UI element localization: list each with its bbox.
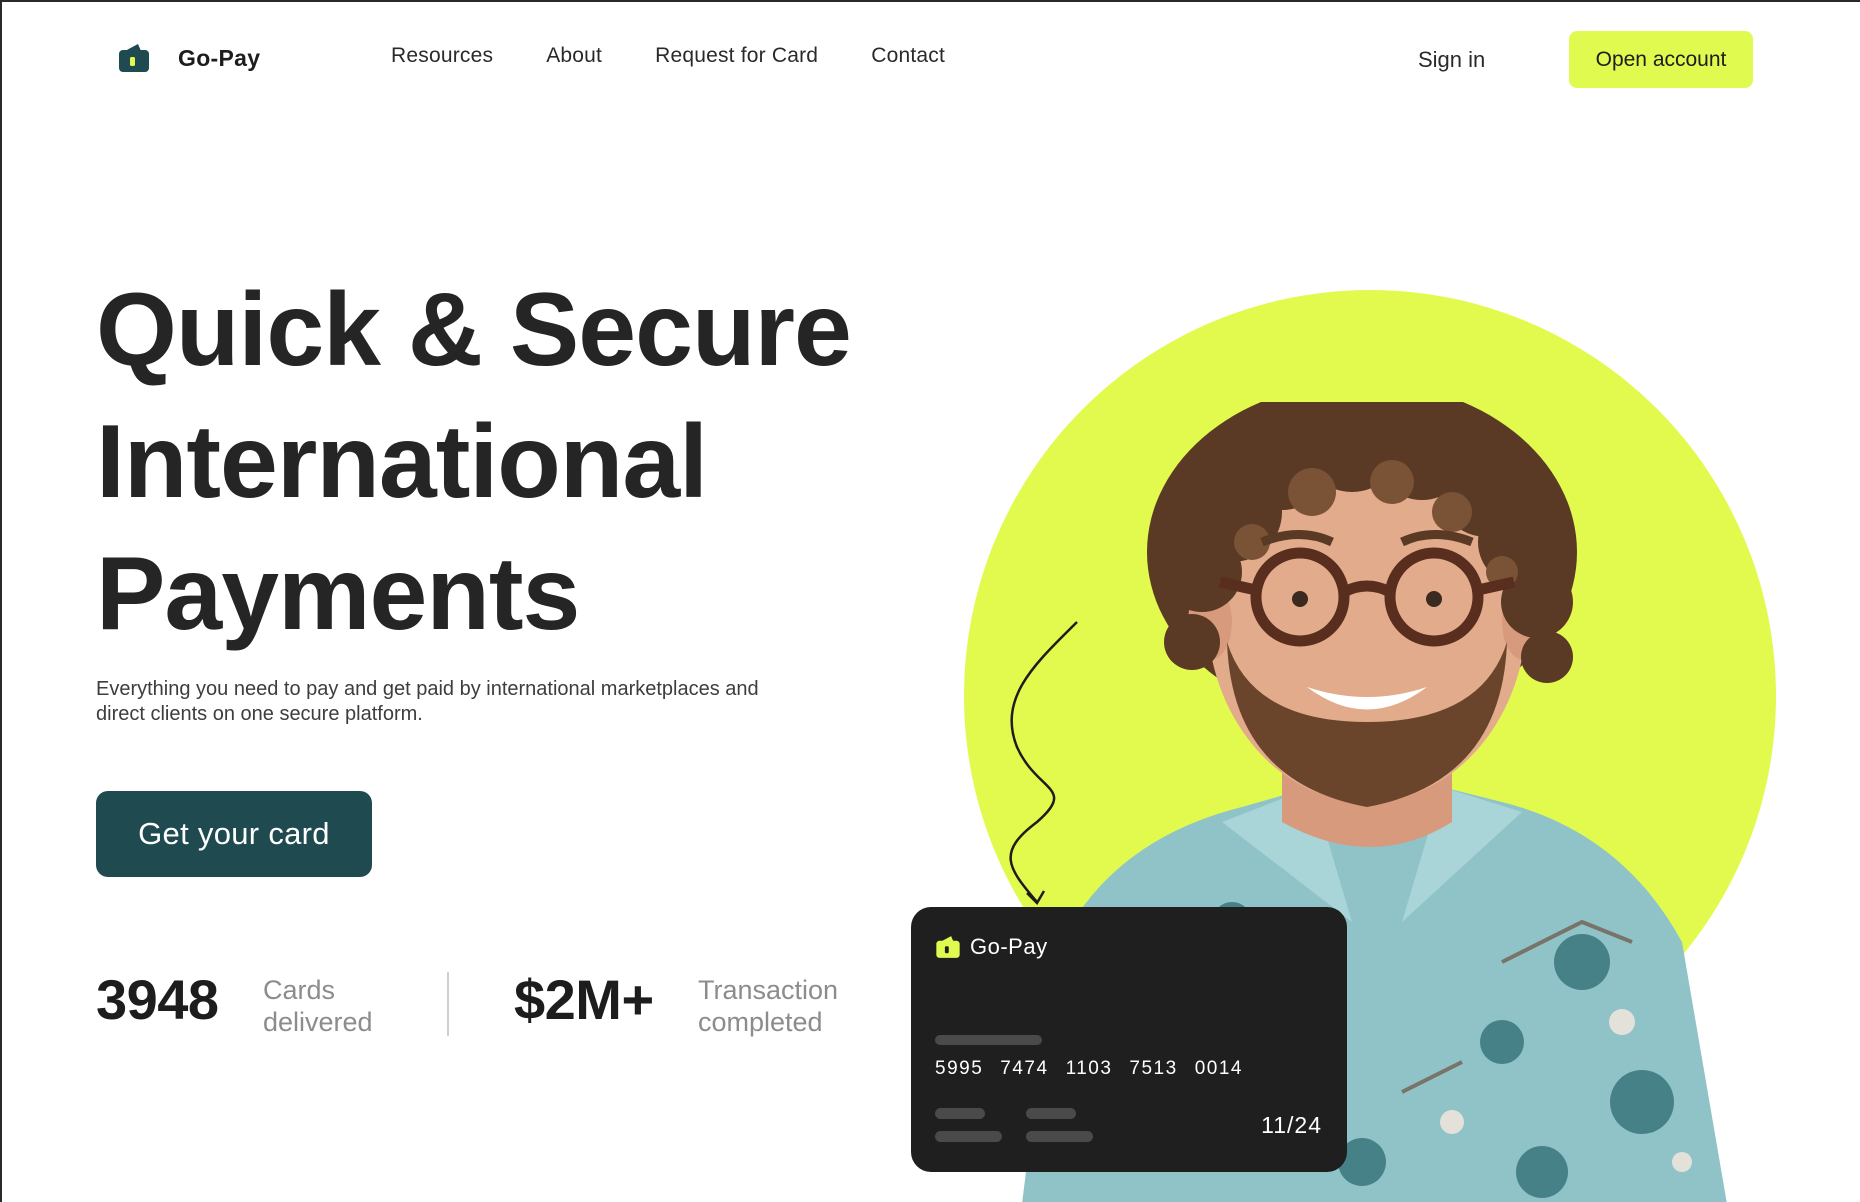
top-navigation: Go-Pay Resources About Request for Card … bbox=[2, 2, 1860, 117]
nav-link-resources[interactable]: Resources bbox=[391, 44, 493, 68]
card-brand-name: Go-Pay bbox=[970, 934, 1048, 959]
card-number-group: 0014 bbox=[1194, 1058, 1243, 1079]
wallet-icon bbox=[936, 936, 960, 958]
stat-transactions-value: $2M+ bbox=[514, 968, 654, 1031]
stat-label-line: delivered bbox=[263, 1007, 373, 1037]
card-number: 5995 7474 1103 7513 0014 bbox=[935, 1058, 1243, 1080]
card-number-group: 7513 bbox=[1129, 1058, 1178, 1079]
stats-divider bbox=[447, 972, 449, 1036]
card-number-group: 5995 bbox=[935, 1058, 984, 1079]
hero-title: Quick & Secure International Payments bbox=[96, 264, 916, 660]
sign-in-link[interactable]: Sign in bbox=[1418, 47, 1485, 73]
card-logo: Go-Pay bbox=[934, 933, 1048, 961]
stat-label-line: Transaction bbox=[698, 975, 839, 1005]
card-expiry: 11/24 bbox=[1261, 1112, 1322, 1138]
card-number-group: 1103 bbox=[1065, 1058, 1113, 1079]
stat-cards-value: 3948 bbox=[96, 968, 219, 1031]
get-card-button[interactable]: Get your card bbox=[96, 791, 372, 877]
hero-title-line: International bbox=[96, 404, 708, 520]
stat-cards-label: Cards delivered bbox=[263, 974, 463, 1038]
brand-name: Go-Pay bbox=[178, 44, 261, 71]
hero-title-line: Quick & Secure bbox=[96, 272, 852, 388]
card-placeholder-bar bbox=[935, 1035, 1042, 1045]
main-menu: Resources About Request for Card Contact bbox=[391, 44, 945, 68]
card-placeholder-bar bbox=[1026, 1131, 1093, 1142]
nav-link-contact[interactable]: Contact bbox=[871, 44, 945, 68]
stat-transactions-label: Transaction completed bbox=[698, 974, 898, 1038]
nav-link-about[interactable]: About bbox=[546, 44, 602, 68]
open-account-button[interactable]: Open account bbox=[1569, 31, 1753, 88]
stat-label-line: completed bbox=[698, 1007, 823, 1037]
card-placeholder-bar bbox=[935, 1131, 1002, 1142]
payment-card: Go-Pay 5995 7474 1103 7513 0014 11/24 bbox=[911, 907, 1347, 1172]
card-placeholder-bar bbox=[1026, 1108, 1076, 1119]
landing-page: Go-Pay Resources About Request for Card … bbox=[0, 0, 1860, 1202]
stat-label-line: Cards bbox=[263, 975, 336, 1005]
hero-title-line: Payments bbox=[96, 536, 580, 652]
hero-subtitle-line: Everything you need to pay and get paid … bbox=[96, 678, 759, 700]
card-placeholder-bar bbox=[935, 1108, 985, 1119]
wallet-icon bbox=[119, 44, 149, 72]
arrow-squiggle-icon bbox=[1009, 621, 1078, 906]
hero-subtitle: Everything you need to pay and get paid … bbox=[96, 677, 876, 727]
hero-subtitle-line: direct clients on one secure platform. bbox=[96, 703, 423, 725]
card-number-group: 7474 bbox=[1000, 1058, 1049, 1079]
nav-link-request-card[interactable]: Request for Card bbox=[655, 44, 818, 68]
brand-logo[interactable]: Go-Pay bbox=[116, 40, 260, 76]
